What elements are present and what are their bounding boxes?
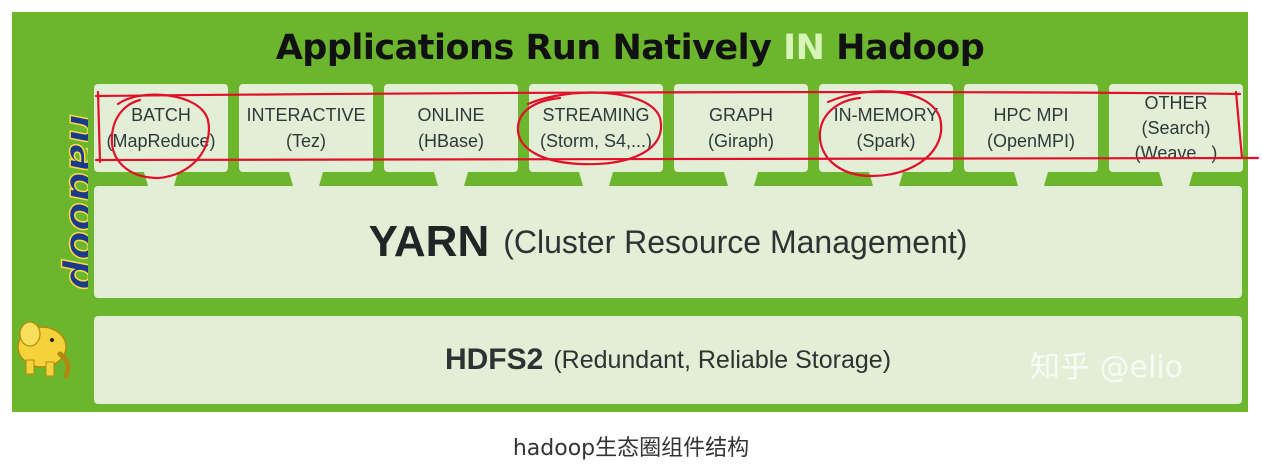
app-box-batch: BATCH (MapReduce): [94, 84, 228, 172]
title-prefix: Applications Run Natively: [275, 28, 784, 68]
app-name: STREAMING: [542, 105, 650, 125]
app-detail: (Search): [1141, 117, 1211, 138]
app-detail: (Tez): [286, 131, 326, 151]
title-highlight: IN: [783, 28, 825, 68]
app-name: OTHER: [1144, 92, 1208, 113]
title-suffix: Hadoop: [824, 28, 985, 68]
app-box-other: OTHER (Search) (Weave...): [1109, 84, 1243, 172]
app-detail: (HBase): [417, 131, 484, 151]
hadoop-ecosystem-diagram: Applications Run Natively IN Hadoop BATC…: [12, 12, 1248, 412]
hdfs-detail: (Redundant, Reliable Storage): [553, 345, 892, 374]
app-box-in-memory: IN-MEMORY (Spark): [819, 84, 953, 172]
app-box-graph: GRAPH (Giraph): [674, 84, 808, 172]
app-name: GRAPH: [708, 105, 773, 125]
app-box-hpc-mpi: HPC MPI (OpenMPI): [964, 84, 1098, 172]
elephant-icon: [17, 321, 71, 379]
app-box-streaming: STREAMING (Storm, S4,...): [529, 84, 663, 172]
figure-caption: hadoop生态圈组件结构: [512, 436, 750, 461]
yarn-layer: YARN (Cluster Resource Management): [94, 186, 1242, 298]
diagram-title: Applications Run Natively IN Hadoop: [12, 28, 1248, 68]
app-detail: (MapReduce): [106, 131, 216, 151]
app-box-interactive: INTERACTIVE (Tez): [239, 84, 373, 172]
app-name: INTERACTIVE: [246, 105, 366, 125]
yarn-name: YARN: [368, 217, 490, 266]
app-name: HPC MPI: [993, 105, 1069, 125]
app-detail: (Storm, S4,...): [539, 131, 653, 151]
app-detail: (Giraph): [707, 131, 774, 151]
app-detail: (OpenMPI): [986, 131, 1076, 151]
app-name: IN-MEMORY: [833, 105, 939, 125]
app-detail-2: (Weave...): [1134, 142, 1218, 163]
hadoop-logo-text: hadoop: [60, 114, 88, 290]
yarn-detail: (Cluster Resource Management): [503, 223, 968, 260]
hdfs-name: HDFS2: [444, 343, 544, 376]
app-name: BATCH: [131, 105, 191, 125]
hadoop-logo: hadoop: [17, 113, 88, 379]
app-detail: (Spark): [856, 131, 916, 151]
watermark: 知乎 @elio: [1030, 350, 1184, 385]
app-box-online: ONLINE (HBase): [384, 84, 518, 172]
app-name: ONLINE: [417, 105, 485, 125]
